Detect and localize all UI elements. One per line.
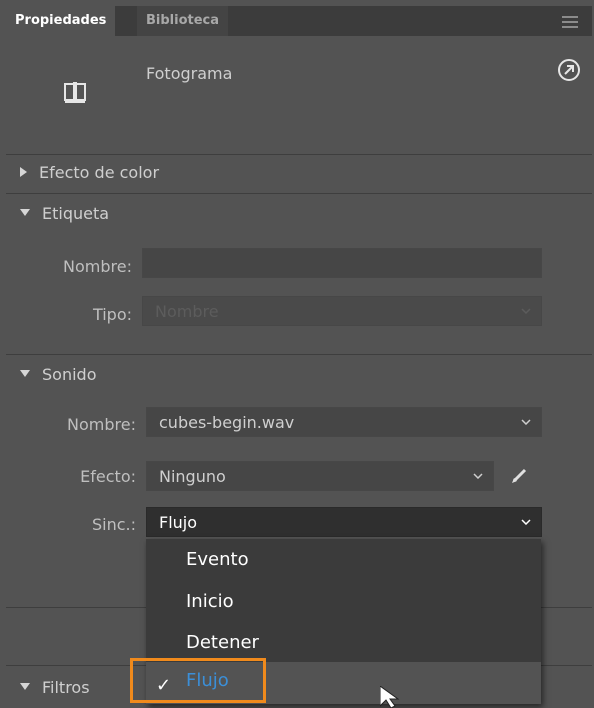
tab-biblioteca[interactable]: Biblioteca <box>137 6 229 36</box>
dropdown-option-detener[interactable]: Detener <box>186 632 259 653</box>
section-title: Sonido <box>42 365 97 384</box>
mouse-cursor-icon <box>380 686 400 708</box>
expanded-arrow-icon <box>20 683 30 690</box>
highlight-box <box>130 658 266 703</box>
sound-name-label: Nombre: <box>67 415 136 434</box>
chevron-down-icon <box>473 473 483 479</box>
frame-icon <box>64 82 86 103</box>
section-title: Etiqueta <box>42 204 110 223</box>
section-etiqueta: Etiqueta Nombre: Tipo: Nombre <box>6 194 592 355</box>
sound-sync-label: Sinc.: <box>91 515 136 534</box>
label-name-label: Nombre: <box>63 257 132 276</box>
chevron-down-icon <box>521 419 531 425</box>
frame-title: Fotograma <box>146 64 233 83</box>
section-header[interactable]: Sonido <box>20 365 96 384</box>
expanded-arrow-icon <box>20 209 30 216</box>
sound-effect-label: Efecto: <box>80 467 136 486</box>
sound-sync-select[interactable]: Flujo <box>146 507 542 537</box>
section-efecto-de-color[interactable]: Efecto de color <box>6 155 592 194</box>
panel-tabbar: Propiedades Biblioteca <box>6 6 592 36</box>
sound-name-select[interactable]: cubes-begin.wav <box>146 407 542 437</box>
panel-menu-icon[interactable] <box>562 16 578 28</box>
label-name-input[interactable] <box>142 248 542 278</box>
chevron-down-icon <box>521 519 531 525</box>
section-header[interactable]: Filtros <box>20 678 90 697</box>
collapsed-arrow-icon <box>20 166 27 177</box>
tab-propiedades[interactable]: Propiedades <box>6 6 116 36</box>
section-title: Efecto de color <box>39 163 160 182</box>
label-type-select: Nombre <box>142 296 542 326</box>
dropdown-option-inicio[interactable]: Inicio <box>186 591 234 612</box>
section-header[interactable]: Efecto de color <box>20 163 159 182</box>
section-header[interactable]: Etiqueta <box>20 204 109 223</box>
dropdown-option-evento[interactable]: Evento <box>186 549 249 570</box>
sound-effect-select[interactable]: Ninguno <box>146 461 494 491</box>
expanded-arrow-icon <box>20 370 30 377</box>
section-title: Filtros <box>42 678 90 697</box>
frame-header: Fotograma <box>6 36 592 155</box>
label-type-label: Tipo: <box>92 305 132 324</box>
edit-pencil-icon[interactable] <box>510 465 530 485</box>
chevron-down-icon <box>521 308 531 314</box>
go-to-icon[interactable] <box>557 58 581 82</box>
